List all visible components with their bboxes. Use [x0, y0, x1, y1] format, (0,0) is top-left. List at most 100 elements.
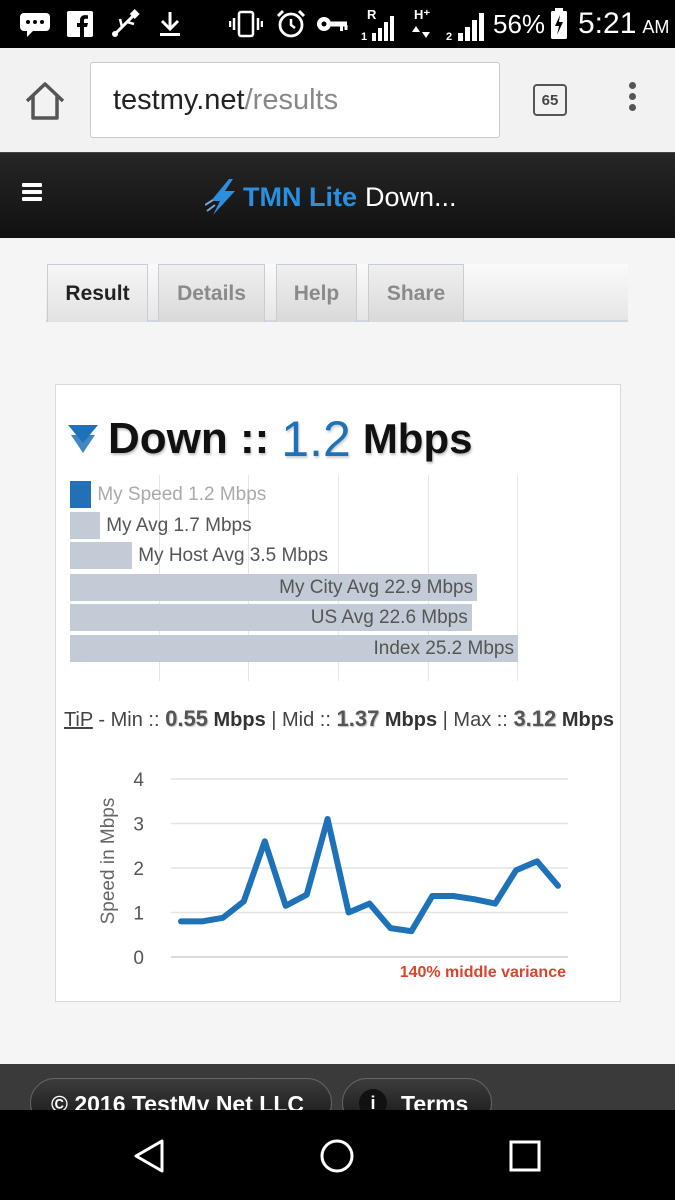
data-point [346, 910, 351, 915]
bar-label-index: Index 25.2 Mbps [373, 638, 514, 659]
vibrate-icon [228, 0, 264, 48]
alarm-icon [276, 0, 306, 48]
download-icon [156, 0, 184, 48]
brand[interactable]: TMN Lite Down... [205, 175, 457, 219]
tab-count: 65 [541, 91, 559, 109]
data-point [388, 926, 393, 931]
y-axis-label: Speed in Mbps [98, 798, 119, 925]
tip-mid-label: | Mid :: [271, 709, 331, 731]
copyright-text: © 2016 TestMy Net LLC [51, 1091, 304, 1110]
data-point [430, 894, 435, 899]
url-path: /results [244, 83, 339, 116]
down-arrow-icon [68, 425, 98, 453]
tip-min-value: 0.55 [165, 706, 208, 731]
data-point [199, 919, 204, 924]
y-tick-label: 1 [133, 904, 144, 925]
signal-2-sub: 2 [446, 31, 452, 43]
data-point [451, 894, 456, 899]
copyright-button[interactable]: © 2016 TestMy Net LLC [30, 1078, 332, 1110]
bar-my-speed [70, 481, 92, 508]
tip-max-label: | Max :: [442, 709, 508, 731]
y-tick-label: 2 [133, 859, 144, 880]
speed-unit: Mbps [362, 415, 473, 462]
signal-icon: H⁺ 2 [410, 0, 488, 48]
page-title: Down... [365, 181, 457, 212]
signal-1-sub: 1 [361, 31, 367, 43]
variance-annotation: 140% middle variance [400, 964, 566, 981]
y-tick-label: 3 [133, 815, 144, 836]
signal-1-label: R [367, 7, 377, 22]
battery-percent: 56% [492, 8, 546, 39]
site-header: TMN Lite Down... [0, 152, 675, 238]
tip-min-unit: Mbps [213, 709, 266, 731]
tip-max-unit: Mbps [561, 709, 615, 731]
data-point [493, 901, 498, 906]
browser-toolbar: testmy.net/results 65 [0, 48, 675, 152]
bar-label-my-city-avg: My City Avg 22.9 Mbps [279, 577, 474, 598]
hamburger-menu-icon[interactable] [22, 183, 42, 203]
bar-label-us-avg: US Avg 22.6 Mbps [310, 607, 468, 628]
url-bar[interactable]: testmy.net/results [90, 62, 500, 138]
system-nav-bar [0, 1110, 675, 1200]
bar-my-avg [70, 512, 101, 539]
status-bar: R 1 H⁺ 2 56% 5:21 AM [0, 0, 675, 48]
tab-result[interactable]: Result [47, 264, 148, 322]
tip-max-value: 3.12 [513, 706, 557, 731]
tab-share[interactable]: Share [368, 264, 464, 322]
y-tick-label: 0 [133, 948, 144, 969]
terms-text: Terms [401, 1091, 469, 1110]
speed-value: 1.2 [281, 411, 351, 467]
home-nav-icon[interactable] [319, 1138, 355, 1174]
home-icon[interactable] [22, 78, 68, 124]
brand-logo-text: TMN Lite [243, 181, 357, 212]
recents-icon[interactable] [507, 1138, 543, 1174]
tip-link[interactable]: TiP [64, 709, 93, 731]
clock-time: 5:21 [578, 7, 637, 40]
back-icon[interactable] [132, 1138, 168, 1174]
direction-label: Down :: [108, 414, 270, 463]
signal-2-label: H⁺ [414, 7, 430, 22]
bar-my-host-avg [70, 542, 133, 569]
comparison-chart: My Speed 1.2 Mbps My Avg 1.7 Mbps My Hos… [56, 475, 622, 681]
data-point [283, 903, 288, 908]
tip-mid-value: 1.37 [336, 706, 380, 731]
battery-charging-icon [548, 0, 570, 48]
usb-icon [108, 0, 142, 48]
tip-mid-unit: Mbps [384, 709, 438, 731]
bar-label-my-speed: My Speed 1.2 Mbps [97, 484, 267, 505]
tab-details[interactable]: Details [158, 264, 265, 322]
main-content: Result Details Help Share Down :: 1.2 Mb… [0, 238, 675, 1064]
tip-summary: TiP - Min :: 0.55 Mbps | Mid :: 1.37 Mbp… [56, 707, 622, 732]
result-tabs: Result Details Help Share [46, 264, 628, 322]
message-icon [18, 0, 52, 48]
tip-min-label: - Min :: [98, 709, 160, 731]
result-card: Down :: 1.2 Mbps My Speed 1.2 Mbps My Av… [55, 384, 621, 1002]
signal-icon: R 1 [360, 0, 398, 48]
info-icon: i [359, 1089, 387, 1110]
data-point [325, 817, 330, 822]
terms-button[interactable]: i Terms [342, 1078, 492, 1110]
data-point [262, 839, 267, 844]
data-point [535, 859, 540, 864]
data-point [367, 901, 372, 906]
bar-label-my-avg: My Avg 1.7 Mbps [106, 515, 252, 536]
data-point [220, 915, 225, 920]
bar-label-my-host-avg: My Host Avg 3.5 Mbps [138, 545, 328, 566]
data-point [241, 899, 246, 904]
data-point [556, 883, 560, 888]
data-point [514, 868, 519, 873]
tab-help[interactable]: Help [276, 264, 357, 322]
data-point [304, 892, 309, 897]
key-icon [316, 0, 348, 48]
speed-headline: Down :: 1.2 Mbps [68, 411, 472, 467]
url-host: testmy.net [113, 83, 245, 116]
lightning-logo-icon [205, 179, 235, 215]
tab-switcher-button[interactable]: 65 [533, 84, 567, 116]
speed-series-line [178, 816, 561, 935]
y-tick-label: 4 [133, 770, 144, 791]
data-point [472, 897, 477, 902]
data-point [179, 919, 183, 924]
overflow-menu-icon[interactable] [622, 82, 642, 118]
clock: 5:21 AM [578, 0, 669, 48]
data-point [409, 929, 414, 934]
